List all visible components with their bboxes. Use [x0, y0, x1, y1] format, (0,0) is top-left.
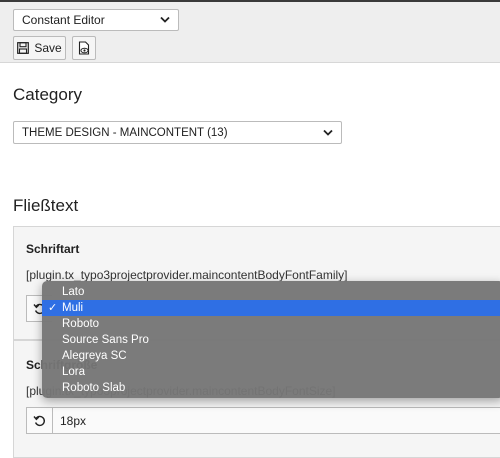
module-select-value: Constant Editor [22, 13, 105, 27]
font-family-dropdown-menu: Lato ✓ Muli Roboto Source Sans Pro Alegre… [42, 281, 500, 398]
dropdown-option[interactable]: Roboto [42, 316, 500, 332]
view-page-button[interactable] [72, 36, 96, 60]
dropdown-option-label: Lora [62, 366, 86, 378]
dropdown-option-label: Roboto [62, 318, 100, 330]
dropdown-option-selected[interactable]: ✓ Muli [42, 300, 500, 316]
dropdown-option-label: Source Sans Pro [62, 334, 149, 346]
dropdown-option[interactable]: Alegreya SC [42, 348, 500, 364]
field-key: [plugin.tx_typo3projectprovider.maincont… [26, 268, 348, 282]
dropdown-option-label: Alegreya SC [62, 350, 127, 362]
dropdown-option[interactable]: Roboto Slab [42, 380, 500, 396]
reset-button[interactable] [26, 407, 52, 434]
view-page-icon [78, 41, 90, 55]
dropdown-option[interactable]: Lato [42, 284, 500, 300]
chevron-down-icon [323, 129, 333, 136]
chevron-down-icon [160, 16, 170, 23]
dropdown-option-label: Muli [62, 302, 84, 314]
dropdown-option-label: Lato [62, 286, 85, 298]
check-icon: ✓ [48, 302, 58, 314]
dropdown-option-label: Roboto Slab [62, 382, 126, 394]
section-heading: Fließtext [13, 196, 79, 215]
reset-icon [33, 415, 45, 427]
category-select-value: THEME DESIGN - MAINCONTENT (13) [22, 126, 228, 139]
save-icon [17, 42, 30, 54]
save-button[interactable]: Save [13, 36, 66, 60]
category-select[interactable]: THEME DESIGN - MAINCONTENT (13) [13, 121, 342, 144]
module-select[interactable]: Constant Editor [13, 9, 179, 31]
dropdown-option[interactable]: Source Sans Pro [42, 332, 500, 348]
save-button-label: Save [34, 41, 62, 55]
dropdown-option[interactable]: Lora [42, 364, 500, 380]
category-heading: Category [13, 85, 82, 104]
field-title: Schriftart [26, 242, 80, 256]
font-size-input[interactable]: 18px [52, 407, 500, 434]
module-toolbar: Constant Editor Save [0, 2, 500, 63]
